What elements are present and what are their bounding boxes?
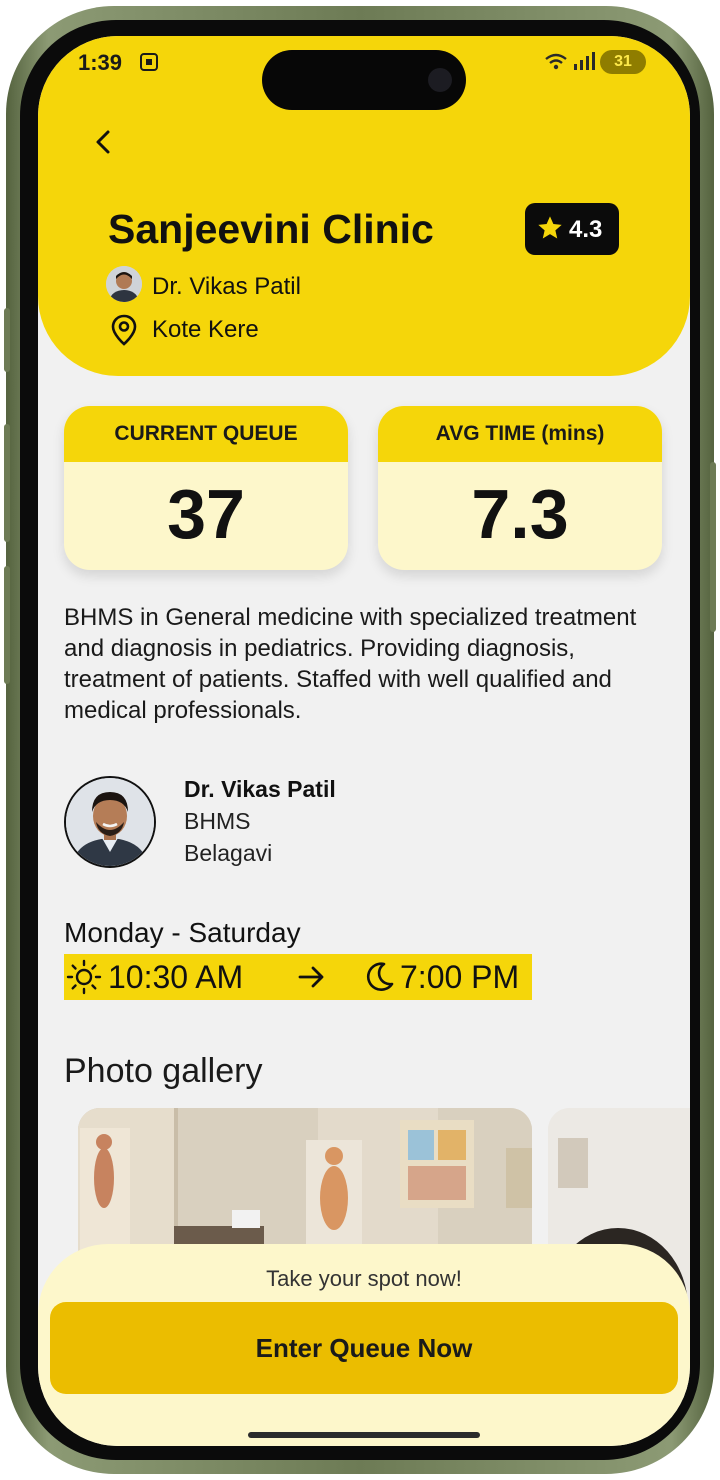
closing-time: 7:00 PM <box>400 959 520 995</box>
arrow-right-icon <box>298 966 324 988</box>
sun-icon <box>66 959 102 995</box>
dynamic-island <box>262 50 466 110</box>
avg-time-card: AVG TIME (mins) 7.3 <box>378 406 662 570</box>
working-hours: 10:30 AM 7:00 PM <box>64 954 532 1000</box>
moon-icon <box>366 962 394 991</box>
clinic-name: Sanjeevini Clinic <box>108 206 434 252</box>
back-arrow-icon <box>96 130 110 154</box>
gallery-title: Photo gallery <box>64 1052 263 1090</box>
screen-record-icon <box>140 53 158 71</box>
enter-queue-button[interactable]: Enter Queue Now <box>50 1302 678 1394</box>
avg-time-value: 7.3 <box>471 475 569 553</box>
back-button[interactable] <box>86 124 122 160</box>
current-queue-card: CURRENT QUEUE 37 <box>64 406 348 570</box>
camera-icon <box>428 68 452 92</box>
clinic-header: 1:39 31 Sanjeevini Clinic 4.3 Dr. Vikas … <box>38 36 690 376</box>
battery-icon: 31 <box>600 50 646 74</box>
wifi-icon <box>545 52 595 70</box>
doctor-city: Belagavi <box>184 840 273 866</box>
cta-hint: Take your spot now! <box>266 1266 462 1291</box>
doctor-photo <box>64 776 156 868</box>
clinic-description: BHMS in General medicine with specialize… <box>64 604 637 724</box>
rating-badge: 4.3 <box>525 203 619 255</box>
doctor-card-name: Dr. Vikas Patil <box>184 776 336 802</box>
volume-up-button <box>4 424 10 542</box>
star-icon <box>538 216 562 239</box>
status-time: 1:39 <box>78 50 123 75</box>
doctor-name: Dr. Vikas Patil <box>152 273 301 300</box>
app-screen: 1:39 31 Sanjeevini Clinic 4.3 Dr. Vikas … <box>38 36 690 1446</box>
wifi-signal-icons <box>544 50 596 77</box>
battery-level: 31 <box>614 53 632 70</box>
power-button <box>710 462 716 632</box>
home-indicator[interactable] <box>248 1432 480 1438</box>
cta-sheet: Take your spot now! Enter Queue Now <box>38 1244 690 1446</box>
doctor-degree: BHMS <box>184 808 251 834</box>
current-queue-value: 37 <box>167 475 245 553</box>
current-queue-label: CURRENT QUEUE <box>114 422 298 445</box>
avg-time-label: AVG TIME (mins) <box>435 422 605 445</box>
action-button <box>4 308 10 372</box>
clinic-location: Kote Kere <box>152 316 259 343</box>
doctor-avatar-small <box>106 266 142 302</box>
location-pin-icon <box>111 314 137 346</box>
enter-queue-label: Enter Queue Now <box>255 1333 473 1363</box>
opening-time: 10:30 AM <box>108 959 244 995</box>
rating-value: 4.3 <box>569 216 603 243</box>
working-days: Monday - Saturday <box>64 917 301 948</box>
volume-down-button <box>4 566 10 684</box>
